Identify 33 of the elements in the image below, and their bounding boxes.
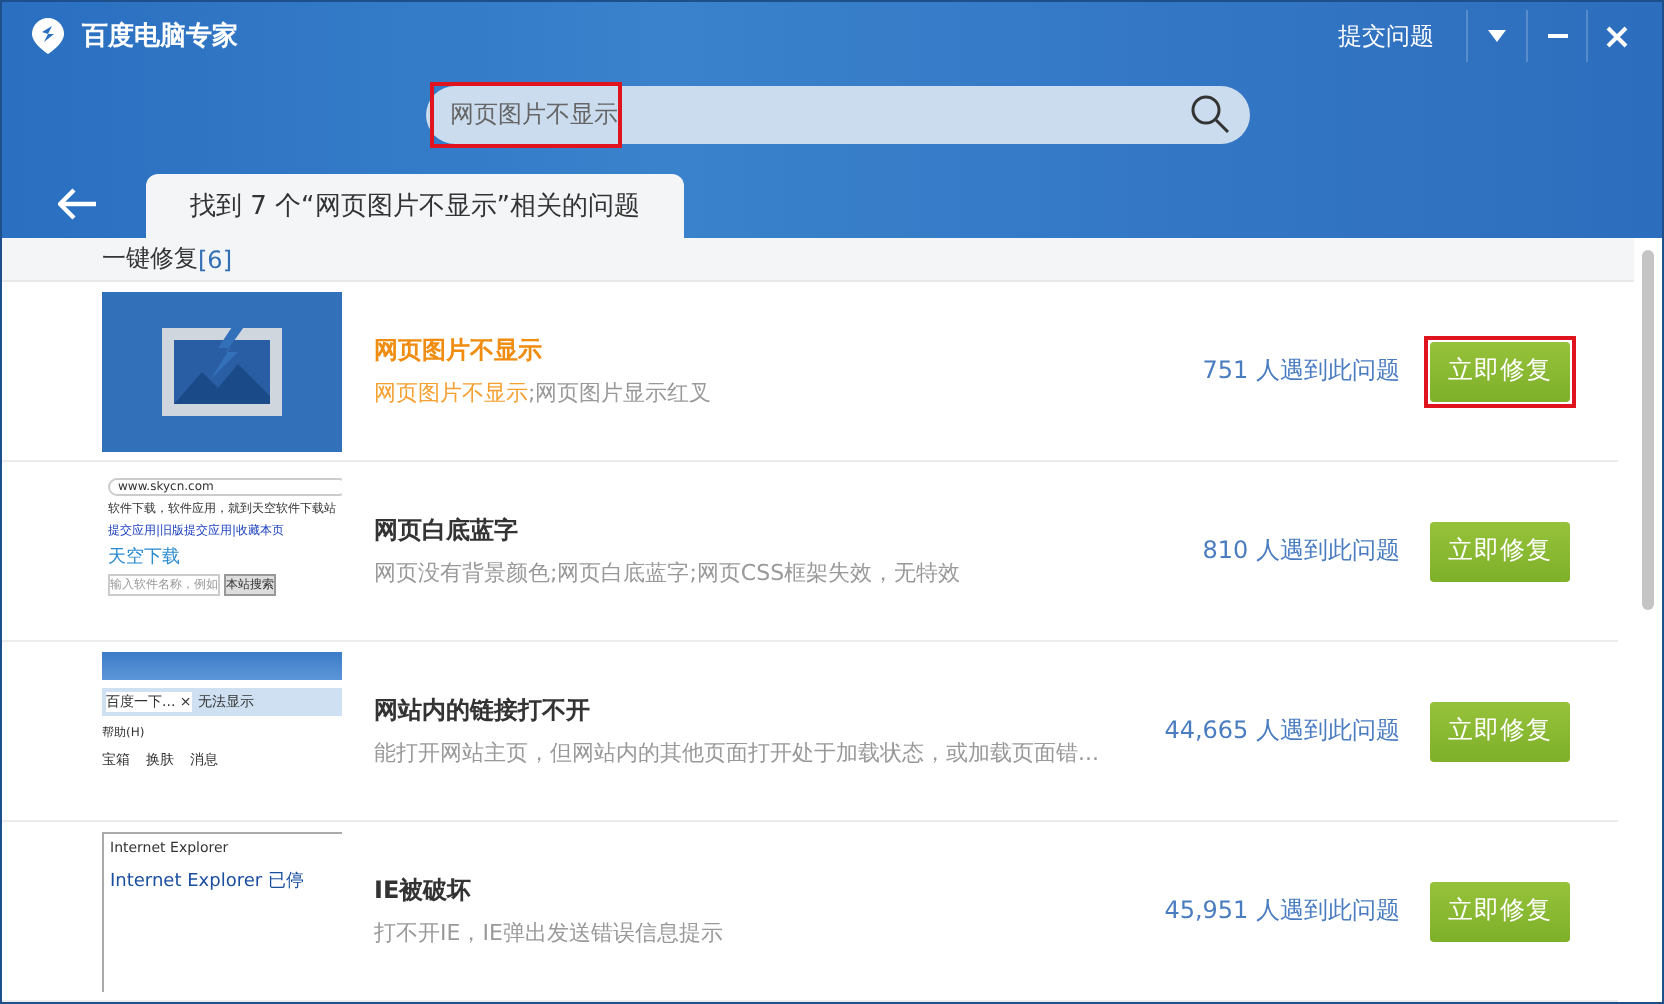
search-field[interactable]: 网页图片不显示	[446, 98, 1190, 130]
search-bar[interactable]: 网页图片不显示	[426, 85, 1250, 143]
caret-icon	[1488, 30, 1506, 42]
submit-link[interactable]: 提交问题	[1338, 19, 1434, 53]
scrollbar-thumb[interactable]	[1642, 250, 1654, 610]
fix-button[interactable]: 立即修复	[1430, 881, 1570, 941]
back-arrow-icon	[58, 188, 98, 220]
minimize-icon	[1547, 34, 1567, 38]
fix-button[interactable]: 立即修复	[1430, 521, 1570, 581]
problem-title[interactable]: IE被破坏	[374, 874, 1149, 908]
dialog-message: Internet Explorer 已停	[110, 869, 306, 893]
problem-description: 能打开网站主页，但网站内的其他页面打开处于加载状态，或加载页面错...	[374, 738, 1101, 768]
broken-image-icon	[158, 323, 286, 419]
site-logo-text: 天空下载	[108, 545, 182, 569]
affected-count: 810 人遇到此问题	[1202, 534, 1400, 568]
affected-count: 44,665 人遇到此问题	[1164, 714, 1400, 748]
problem-title[interactable]: 网页图片不显示	[374, 334, 1187, 368]
problem-description: 网页没有背景颜色;网页白底蓝字;网页CSS框架失效，无特效	[374, 558, 963, 588]
affected-count: 45,951 人遇到此问题	[1164, 894, 1400, 928]
close-icon	[1606, 25, 1628, 47]
affected-count: 751 人遇到此问题	[1202, 354, 1400, 388]
fix-button[interactable]: 立即修复	[1430, 701, 1570, 761]
problem-description: 网页图片不显示;网页图片显示红叉	[374, 378, 714, 408]
problem-title[interactable]: 网页白底蓝字	[374, 514, 1187, 548]
window-title: 百度电脑专家	[82, 19, 240, 54]
problem-description: 打不开IE，IE弹出发送错误信息提示	[374, 918, 725, 948]
section-title: 一键修复	[102, 242, 198, 276]
section-count: [6]	[198, 245, 232, 273]
problem-title[interactable]: 网站内的链接打不开	[374, 694, 1149, 728]
search-icon[interactable]	[1190, 94, 1230, 134]
results-tab[interactable]: 找到 7 个“网页图片不显示”相关的问题	[146, 174, 685, 238]
logo-icon	[30, 16, 66, 56]
fix-button[interactable]: 立即修复	[1430, 341, 1570, 401]
